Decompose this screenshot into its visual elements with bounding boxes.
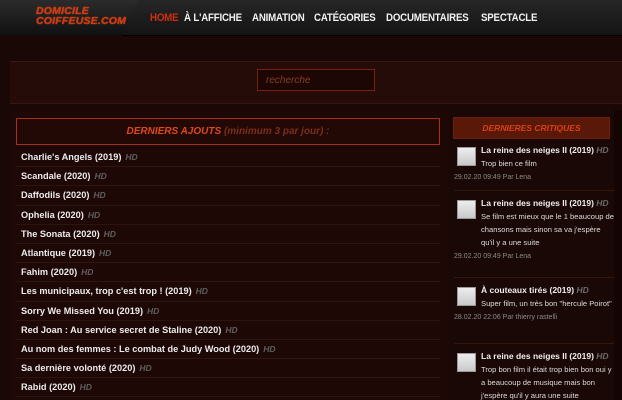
review-movie-title[interactable]: La reine des neiges II (2019) HD xyxy=(481,350,616,363)
main-nav: HOME À L'AFFICHE ANIMATION CATÉGORIES DO… xyxy=(150,0,558,36)
review-movie-title[interactable]: À couteaux tirés (2019) HD xyxy=(481,284,616,297)
review-card[interactable]: La reine des neiges II (2019) HD Trop bie… xyxy=(454,144,616,191)
quality-badge: HD xyxy=(94,171,107,182)
movie-title[interactable]: Red Joan : Au service secret de Staline … xyxy=(21,325,221,335)
quality-badge: HD xyxy=(139,363,152,374)
user-avatar xyxy=(457,200,476,219)
quality-badge: HD xyxy=(93,190,106,201)
review-meta: 28.02.20 22:06 Par thierry rastelli xyxy=(454,314,558,321)
movie-title[interactable]: Scandale (2020) xyxy=(21,171,90,181)
quality-badge: HD xyxy=(103,228,116,239)
movie-row[interactable]: Sa dernière volonté (2020) HD xyxy=(16,359,440,379)
review-card[interactable]: La reine des neiges II (2019) HD Se film … xyxy=(454,197,616,278)
movie-title[interactable]: The Sonata (2020) xyxy=(21,229,100,239)
latest-additions-panel: DERNIERS AJOUTS (minimum 3 par jour) : C… xyxy=(10,110,448,400)
movie-title[interactable]: Ophelia (2020) xyxy=(21,210,84,220)
review-text: Trop bon film il était trop bien bon oui… xyxy=(481,365,612,400)
quality-badge: HD xyxy=(79,382,92,393)
movie-title[interactable]: Atlantique (2019) xyxy=(21,248,95,258)
movie-row[interactable]: Charlie's Angels (2019) HD xyxy=(16,148,440,168)
quality-badge: HD xyxy=(263,343,276,354)
review-movie-title[interactable]: La reine des neiges II (2019) HD xyxy=(481,144,616,157)
heading-title: DERNIERS AJOUTS xyxy=(126,126,222,137)
movie-title[interactable]: Sa dernière volonté (2020) xyxy=(21,363,135,373)
movie-title[interactable]: Fahim (2020) xyxy=(21,267,77,277)
search-input[interactable] xyxy=(257,69,375,91)
review-list: La reine des neiges II (2019) HD Trop bie… xyxy=(454,144,616,400)
user-avatar xyxy=(457,353,476,372)
heading-note: (minimum 3 par jour) : xyxy=(223,126,330,137)
quality-badge: HD xyxy=(596,198,609,208)
review-text: Trop bien ce film xyxy=(481,159,537,168)
quality-badge: HD xyxy=(125,152,138,163)
movie-title[interactable]: Sorry We Missed You (2019) xyxy=(21,306,143,316)
review-movie-name[interactable]: La reine des neiges II (2019) xyxy=(481,198,594,208)
quality-badge: HD xyxy=(147,305,160,316)
movie-row[interactable]: Atlantique (2019) HD xyxy=(16,244,440,264)
nav-categories[interactable]: CATÉGORIES xyxy=(314,12,376,24)
review-text: Super film, un très bon "hercule Poirot" xyxy=(481,299,612,308)
review-card[interactable]: À couteaux tirés (2019) HD Super film, un… xyxy=(454,284,616,344)
movie-title[interactable]: Daffodils (2020) xyxy=(21,190,89,200)
quality-badge: HD xyxy=(87,209,101,220)
review-text: Se film est mieux que le 1 beaucoup de c… xyxy=(481,212,614,247)
user-avatar xyxy=(457,147,476,166)
top-bar: DOMICILE COIFFEUSE.COM HOME À L'AFFICHE … xyxy=(0,0,622,36)
movie-row[interactable]: Au nom des femmes : Le combat de Judy Wo… xyxy=(16,340,440,360)
movie-title[interactable]: Les municipaux, trop c'est trop ! (2019) xyxy=(21,286,192,296)
review-meta: 29.02.20 09:49 Par Lena xyxy=(454,174,532,181)
movie-row[interactable]: Daffodils (2020) HD xyxy=(16,186,440,206)
quality-badge: HD xyxy=(195,286,208,297)
search-band xyxy=(10,61,622,104)
review-movie-title[interactable]: La reine des neiges II (2019) HD xyxy=(481,197,616,210)
quality-badge: HD xyxy=(596,351,609,361)
movie-row[interactable]: The Sonata (2020) HD xyxy=(16,225,440,244)
movie-row[interactable]: Fahim (2020) HD xyxy=(16,263,440,283)
movie-title[interactable]: Charlie's Angels (2019) xyxy=(21,152,121,162)
review-movie-name[interactable]: La reine des neiges II (2019) xyxy=(481,351,594,361)
movie-title[interactable]: Au nom des femmes : Le combat de Judy Wo… xyxy=(21,344,259,354)
quality-badge: HD xyxy=(576,285,589,295)
user-avatar xyxy=(457,287,476,306)
latest-additions-heading: DERNIERS AJOUTS (minimum 3 par jour) : xyxy=(16,118,440,145)
nav-a-laffiche[interactable]: À L'AFFICHE xyxy=(184,12,242,24)
review-movie-name[interactable]: La reine des neiges II (2019) xyxy=(481,145,594,155)
nav-spectacle[interactable]: SPECTACLE xyxy=(481,12,538,24)
review-meta: 29.02.20 09:49 Par Lena xyxy=(454,253,532,260)
quality-badge: HD xyxy=(99,248,112,259)
nav-animation[interactable]: ANIMATION xyxy=(252,12,305,24)
quality-badge: HD xyxy=(225,324,238,335)
logo-text: DOMICILE COIFFEUSE.COM xyxy=(36,6,128,27)
movie-row[interactable]: Sorry We Missed You (2019) HD xyxy=(16,302,440,321)
review-movie-name[interactable]: À couteaux tirés (2019) xyxy=(481,285,574,295)
movie-row[interactable]: Les municipaux, trop c'est trop ! (2019)… xyxy=(16,282,440,302)
site-logo[interactable]: DOMICILE COIFFEUSE.COM xyxy=(0,0,138,36)
quality-badge: HD xyxy=(596,145,609,155)
latest-reviews-panel: DERNIERES CRITIQUES La reine des neiges … xyxy=(448,110,622,400)
nav-documentaires[interactable]: DOCUMENTAIRES xyxy=(386,12,469,24)
logo-line-2: COIFFEUSE.COM xyxy=(36,15,127,27)
movie-row[interactable]: Rabid (2020) HD xyxy=(16,378,440,398)
movie-row[interactable]: Scandale (2020) HD xyxy=(16,167,440,187)
movie-title[interactable]: Rabid (2020) xyxy=(21,382,76,392)
sidebar-scrollbar[interactable] xyxy=(614,110,622,400)
review-card[interactable]: La reine des neiges II (2019) HD Trop bon… xyxy=(454,350,616,400)
movie-list: Charlie's Angels (2019) HD Scandale (2020)… xyxy=(16,148,440,398)
movie-row[interactable]: Red Joan : Au service secret de Staline … xyxy=(16,321,440,340)
quality-badge: HD xyxy=(81,267,94,278)
latest-reviews-heading: DERNIERES CRITIQUES xyxy=(453,117,610,139)
movie-row[interactable]: Ophelia (2020) HD xyxy=(16,206,440,225)
nav-home[interactable]: HOME xyxy=(150,12,179,24)
